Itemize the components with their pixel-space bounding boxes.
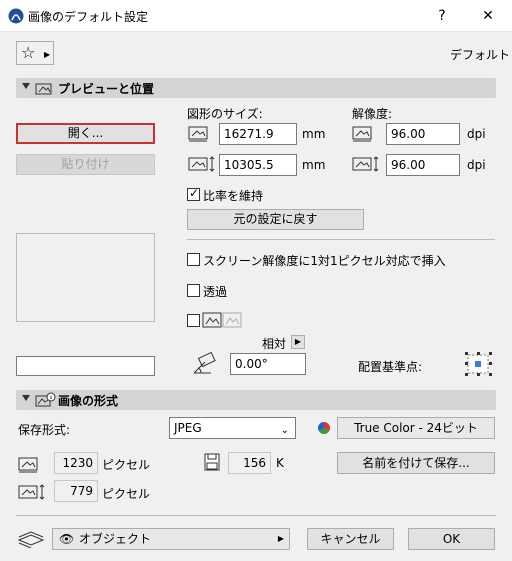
save-format-label: 保存形式: <box>18 423 71 437</box>
cancel-button[interactable]: キャンセル <box>307 528 394 550</box>
collapse-triangle-icon <box>22 395 30 401</box>
color-wheel-icon <box>317 421 331 438</box>
app-icon <box>8 8 24 24</box>
pixel-width-unit: ピクセル <box>102 458 151 472</box>
transparent-checkbox[interactable] <box>187 284 200 297</box>
window-title: 画像のデフォルト設定 <box>28 10 149 24</box>
pixel-height-value: 779 <box>54 480 98 502</box>
open-button[interactable]: 開く... <box>16 123 155 144</box>
resolution-x-input[interactable]: 96.00 <box>386 123 460 145</box>
favorites-button[interactable]: ☆ ▶ <box>16 41 54 65</box>
pixel-width-icon <box>17 454 41 477</box>
width-icon <box>187 123 211 146</box>
star-icon: ☆ <box>21 43 36 62</box>
layer-icon <box>17 528 45 551</box>
preview-section-header[interactable]: プレビューと位置 <box>16 78 496 98</box>
image-name-field[interactable] <box>16 356 155 376</box>
preview-section-title: プレビューと位置 <box>58 82 155 96</box>
chevron-right-icon: ▶ <box>277 534 284 543</box>
file-size-unit: K <box>276 456 284 470</box>
preview-area <box>16 233 155 322</box>
height-input[interactable]: 10305.5 <box>219 154 297 176</box>
help-button[interactable]: ? <box>432 6 452 26</box>
divider <box>187 239 495 240</box>
preset-label: デフォルト <box>450 48 511 62</box>
format-select[interactable]: JPEG ⌄ <box>169 417 296 439</box>
resolution-y-unit: dpi <box>467 158 486 172</box>
resolution-y-icon <box>351 154 381 177</box>
keep-ratio-label: 比率を維持 <box>203 189 264 203</box>
close-button[interactable]: ✕ <box>478 6 498 26</box>
collapse-triangle-icon <box>22 83 30 89</box>
footer-divider <box>16 515 496 516</box>
color-depth-button[interactable]: True Color - 24ビット <box>337 417 495 439</box>
keep-ratio-checkbox[interactable] <box>187 186 200 201</box>
format-section-header[interactable]: 画像の形式 <box>16 390 496 410</box>
paste-button[interactable]: 貼り付け <box>16 154 155 175</box>
mirror-image-icon <box>202 311 242 332</box>
relative-menu-button[interactable]: ▶ <box>291 335 305 349</box>
eye-icon: 👁 <box>59 532 75 546</box>
rotation-angle-input[interactable]: 0.00° <box>230 353 306 375</box>
height-icon <box>187 154 217 177</box>
chevron-down-icon: ⌄ <box>280 425 289 436</box>
resolution-y-input[interactable]: 96.00 <box>386 154 460 176</box>
image-object-icon <box>34 80 54 99</box>
relative-label: 相対 <box>262 337 287 351</box>
format-section-title: 画像の形式 <box>58 394 119 408</box>
width-input[interactable]: 16271.9 <box>219 123 297 145</box>
mirror-checkbox[interactable] <box>187 314 200 327</box>
resolution-x-icon <box>351 123 375 146</box>
chevron-right-icon: ▶ <box>294 337 302 346</box>
width-unit: mm <box>302 127 326 141</box>
format-value: JPEG <box>174 421 202 435</box>
reset-button[interactable]: 元の設定に戻す <box>187 209 364 230</box>
image-info-icon <box>34 392 56 411</box>
file-size-value: 156 <box>228 452 271 474</box>
resolution-label: 解像度: <box>352 107 393 121</box>
height-unit: mm <box>302 158 326 172</box>
save-as-button[interactable]: 名前を付けて保存... <box>337 452 495 474</box>
pixel-width-value: 1230 <box>54 452 98 474</box>
layer-select[interactable]: オブジェクト 👁 ▶ <box>52 528 290 550</box>
pixel-height-icon <box>17 482 47 505</box>
size-label: 図形のサイズ: <box>187 107 263 121</box>
anchor-point-selector[interactable] <box>462 350 494 378</box>
pixel-height-unit: ピクセル <box>102 487 151 501</box>
chevron-right-icon: ▶ <box>44 50 51 59</box>
screen-resolution-label: スクリーン解像度に1対1ピクセル対応で挿入 <box>203 254 446 268</box>
resolution-x-unit: dpi <box>467 127 486 141</box>
ok-button[interactable]: OK <box>408 528 495 550</box>
screen-resolution-checkbox[interactable] <box>187 253 200 266</box>
transparent-label: 透過 <box>203 285 228 299</box>
rotation-angle-icon <box>191 351 219 379</box>
layer-value: オブジェクト <box>79 532 152 546</box>
anchor-label: 配置基準点: <box>358 360 423 374</box>
save-disk-icon <box>204 453 220 474</box>
